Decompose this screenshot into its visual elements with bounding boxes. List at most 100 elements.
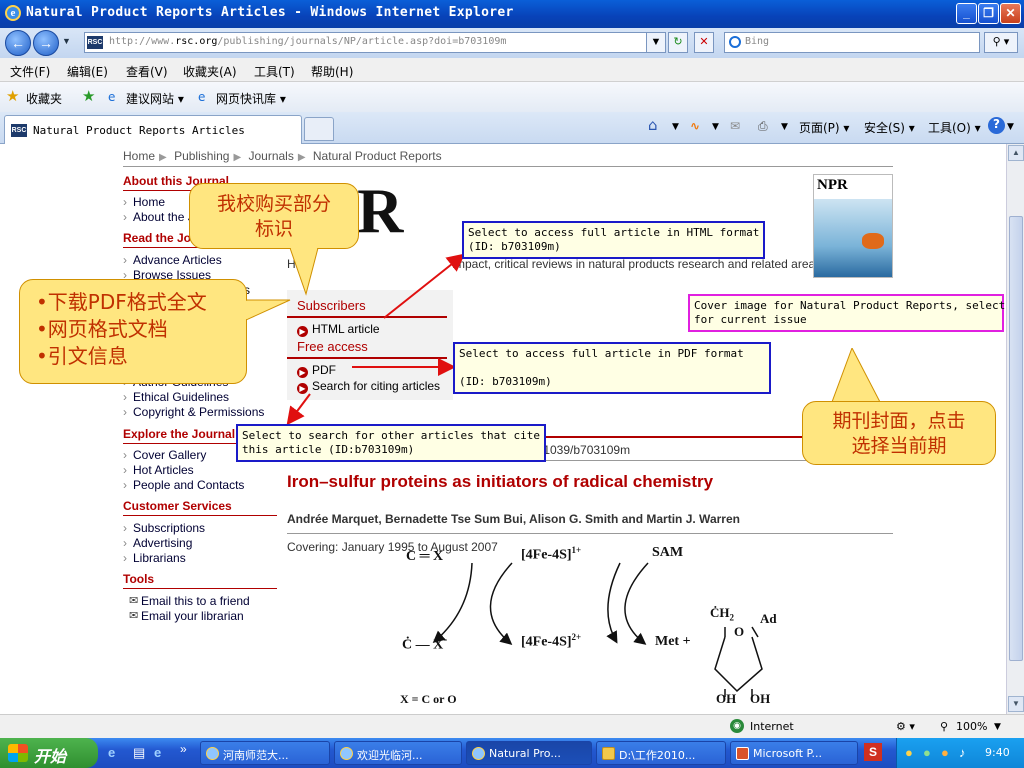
sidebar-link-home[interactable]: Home xyxy=(123,195,165,209)
journal-cover-image[interactable]: NPR xyxy=(813,174,893,278)
restore-button[interactable]: ❐ xyxy=(978,3,999,24)
pdf-link[interactable]: ▶ PDF xyxy=(297,363,336,378)
menu-tools[interactable]: 工具(T) xyxy=(254,63,295,80)
rss-dropdown-icon[interactable]: ▼ xyxy=(712,122,719,132)
back-button[interactable]: ← xyxy=(5,30,31,56)
tab-active[interactable]: RSC Natural Product Reports Articles xyxy=(4,115,302,144)
stop-icon[interactable]: ✕ xyxy=(694,32,714,53)
webslice-gallery-button[interactable]: 网页快讯库 ▾ xyxy=(216,90,286,107)
breadcrumb-journals[interactable]: Journals xyxy=(248,149,293,163)
sidebar-link-subscriptions[interactable]: Subscriptions xyxy=(123,521,205,535)
callout-purchase-mark: 我校购买部分 标识 xyxy=(189,183,359,249)
zoom-level[interactable]: 100% xyxy=(956,720,987,733)
email-librarian-link[interactable]: Email your librarian xyxy=(129,609,244,623)
arrow-bullet-icon: ▶ xyxy=(297,367,308,378)
breadcrumb-publishing[interactable]: Publishing xyxy=(174,149,229,163)
address-input[interactable]: RSC http://www.rsc.org/publishing/journa… xyxy=(84,32,664,53)
breadcrumb-home[interactable]: Home xyxy=(123,149,155,163)
protected-mode-icon[interactable]: ⚙ ▾ xyxy=(896,720,915,733)
quicklaunch-ie-icon[interactable]: e xyxy=(108,745,115,760)
rss-icon[interactable]: ∿ xyxy=(690,119,700,133)
menu-file[interactable]: 文件(F) xyxy=(10,63,50,80)
mail-icon[interactable]: ✉ xyxy=(730,119,740,133)
print-dropdown-icon[interactable]: ▼ xyxy=(781,122,788,132)
zoom-dropdown-icon[interactable]: ▼ xyxy=(994,722,1001,732)
search-input[interactable]: Bing xyxy=(724,32,980,53)
window-title-bar[interactable]: e Natural Product Reports Articles - Win… xyxy=(0,0,1024,28)
window-title: Natural Product Reports Articles - Windo… xyxy=(26,5,514,20)
tray-icon-2[interactable]: ● xyxy=(923,745,931,760)
suggested-sites-button[interactable]: 建议网站 ▾ xyxy=(126,90,184,107)
new-tab-button[interactable] xyxy=(304,117,334,141)
tray-icon-3[interactable]: ● xyxy=(941,745,949,760)
chevron-right-icon: ▶ xyxy=(297,152,306,163)
breadcrumb-npr[interactable]: Natural Product Reports xyxy=(313,149,442,163)
vertical-scrollbar[interactable]: ▲ ▼ xyxy=(1006,144,1024,714)
sidebar-link-about[interactable]: About the J xyxy=(123,210,194,224)
ie-logo-icon: e xyxy=(5,5,21,21)
site-favicon-icon: RSC xyxy=(87,36,103,49)
task-folder[interactable]: D:\工作2010... xyxy=(596,741,726,765)
sidebar-link-people-contacts[interactable]: People and Contacts xyxy=(123,478,244,492)
safety-menu[interactable]: 安全(S) ▾ xyxy=(864,119,915,136)
search-button[interactable]: ⚲ ▾ xyxy=(984,32,1018,53)
security-zone: Internet xyxy=(750,720,794,733)
menu-help[interactable]: 帮助(H) xyxy=(311,63,353,80)
tooltip-cover: Cover image for Natural Product Reports,… xyxy=(688,294,1005,332)
scheme-met: Met + xyxy=(655,634,691,649)
task-natural-product[interactable]: Natural Pro... xyxy=(466,741,592,765)
breadcrumb-divider xyxy=(123,166,893,167)
forward-button[interactable]: → xyxy=(33,30,59,56)
email-friend-link[interactable]: Email this to a friend xyxy=(129,594,250,608)
menu-edit[interactable]: 编辑(E) xyxy=(67,63,108,80)
menu-favorites[interactable]: 收藏夹(A) xyxy=(183,63,237,80)
status-bar: ◉ Internet ⚙ ▾ ⚲ 100% ▼ xyxy=(0,714,1024,738)
help-icon[interactable]: ? xyxy=(988,117,1005,134)
ie-page-icon: e xyxy=(198,90,206,104)
task-henan-university[interactable]: 河南师范大... xyxy=(200,741,330,765)
help-dropdown-icon[interactable]: ▼ xyxy=(1007,122,1014,132)
menu-view[interactable]: 查看(V) xyxy=(126,63,168,80)
scroll-thumb[interactable] xyxy=(1009,216,1023,661)
article-doi: .1039/b703109m xyxy=(540,443,631,457)
html-article-link[interactable]: ▶ HTML article xyxy=(297,322,380,337)
volume-icon[interactable]: ♪ xyxy=(959,745,966,760)
task-powerpoint[interactable]: Microsoft P... xyxy=(730,741,858,765)
scroll-up-icon[interactable]: ▲ xyxy=(1008,145,1024,161)
minimize-button[interactable]: _ xyxy=(956,3,977,24)
tools-menu[interactable]: 工具(O) ▾ xyxy=(928,119,981,136)
start-button[interactable]: 开始 xyxy=(0,738,98,768)
page-menu[interactable]: 页面(P) ▾ xyxy=(799,119,849,136)
refresh-icon[interactable]: ↻ xyxy=(668,32,688,53)
sidebar-link-hot-articles[interactable]: Hot Articles xyxy=(123,463,194,477)
sidebar-link-advertising[interactable]: Advertising xyxy=(123,536,192,550)
scroll-down-icon[interactable]: ▼ xyxy=(1008,696,1024,712)
tray-icon-1[interactable]: ● xyxy=(905,745,913,760)
app-s-icon[interactable]: S xyxy=(864,743,882,761)
sidebar-link-copyright[interactable]: Copyright & Permissions xyxy=(123,405,264,419)
add-favorite-icon[interactable]: ★ xyxy=(82,87,95,105)
quicklaunch-more-icon[interactable]: » xyxy=(180,742,187,756)
sidebar-link-ethical-guidelines[interactable]: Ethical Guidelines xyxy=(123,390,229,404)
globe-icon: ◉ xyxy=(730,719,744,733)
address-dropdown-icon[interactable]: ▼ xyxy=(646,32,666,53)
quicklaunch-browser-icon[interactable]: e xyxy=(154,745,161,760)
quicklaunch-desktop-icon[interactable]: ▤ xyxy=(133,745,145,761)
task-welcome[interactable]: 欢迎光临河... xyxy=(334,741,462,765)
feature-citation: •引文信息 xyxy=(36,344,128,368)
scheme-fe-1plus: [4Fe-4S]1+ xyxy=(521,545,582,563)
bing-icon xyxy=(729,36,741,48)
print-icon[interactable]: ⎙ xyxy=(758,119,768,134)
sidebar-link-librarians[interactable]: Librarians xyxy=(123,551,186,565)
feature-html: •网页格式文档 xyxy=(36,317,168,341)
arrow-bullet-icon: ▶ xyxy=(297,326,308,337)
citing-articles-link[interactable]: ▶ Search for citing articles xyxy=(297,379,440,394)
favorites-button[interactable]: 收藏夹 xyxy=(26,90,62,107)
sidebar-link-cover-gallery[interactable]: Cover Gallery xyxy=(123,448,206,462)
home-dropdown-icon[interactable]: ▼ xyxy=(672,122,679,132)
sidebar-link-advance-articles[interactable]: Advance Articles xyxy=(123,253,222,267)
recent-pages-dropdown-icon[interactable]: ▼ xyxy=(62,36,71,46)
close-button[interactable]: ✕ xyxy=(1000,3,1021,24)
home-icon[interactable]: ⌂ xyxy=(648,116,658,134)
scheme-fe-2plus: [4Fe-4S]2+ xyxy=(521,632,582,650)
